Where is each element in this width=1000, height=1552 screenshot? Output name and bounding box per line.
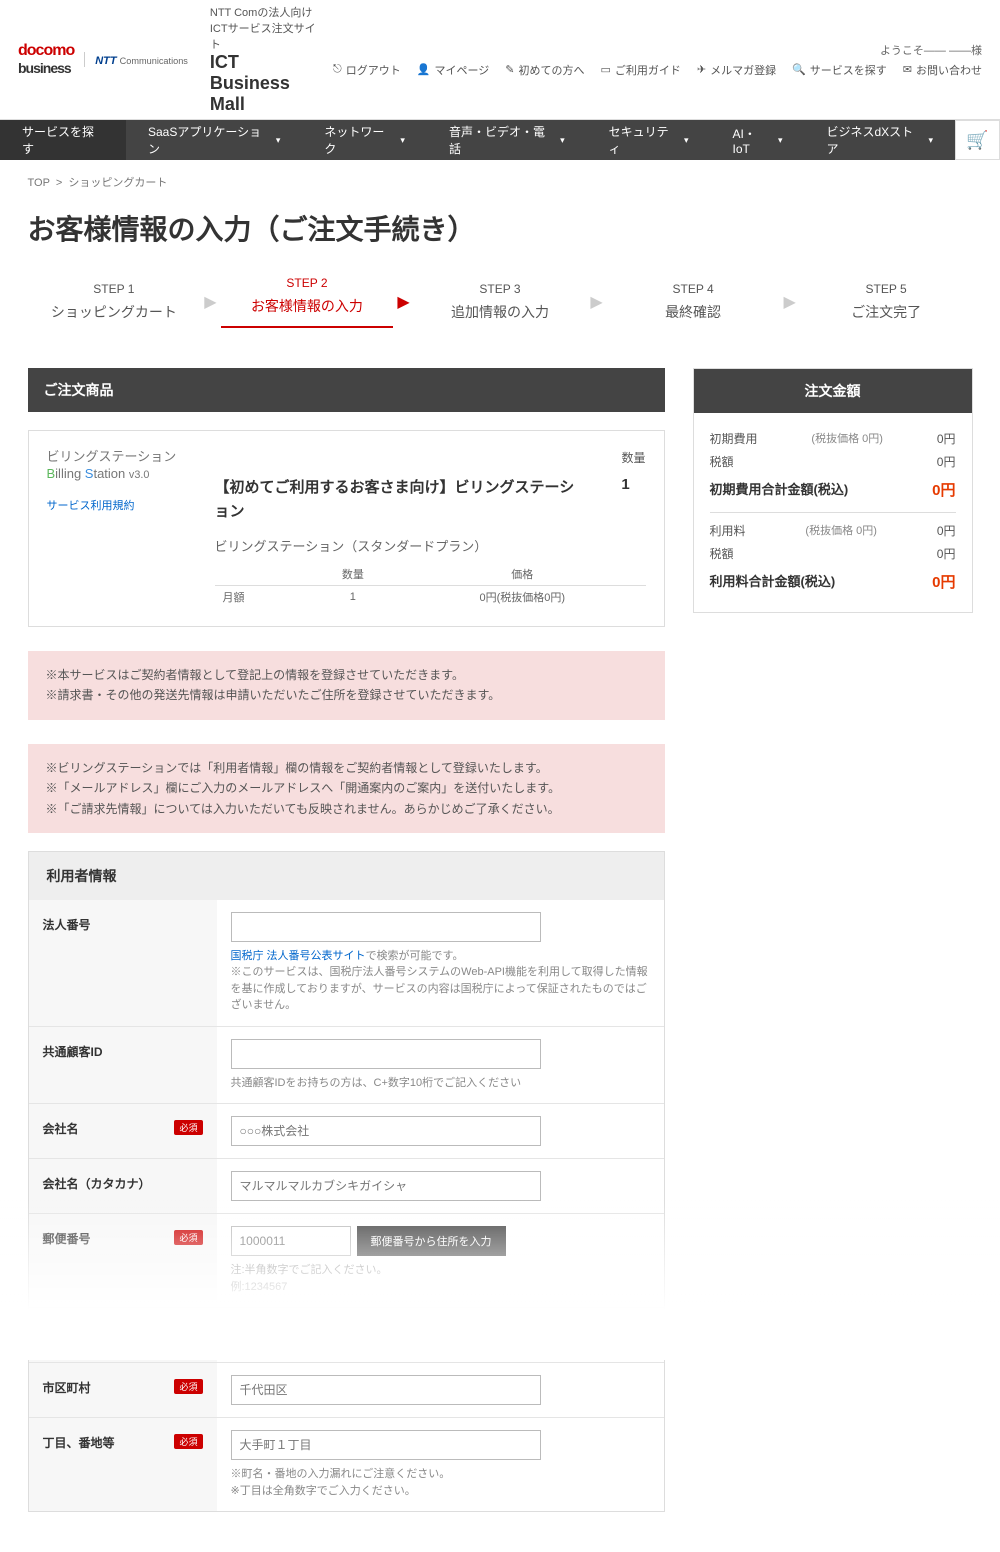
form-header: 利用者情報 [29,852,664,900]
step-arrow-icon: ▶ [204,292,216,312]
gnav-dx-store[interactable]: ビジネスdXストア▾ [804,120,955,160]
required-badge: 必須 [174,1120,202,1135]
order-bar: ご注文商品 [28,368,665,412]
sum-initial-label: 初期費用合計金額(税込) [710,479,849,500]
page-title: お客様情報の入力（ご注文手続き） [28,208,973,248]
util-logout[interactable]: ⎋ ログアウト [333,62,401,78]
label-pref: 都道府県 [43,1324,91,1341]
welcome-text: ようこそ―― ――様 [880,42,982,58]
gnav-network[interactable]: ネットワーク▾ [302,120,427,160]
logo-docomo: docomobusiness [18,42,74,77]
step-arrow-icon: ▶ [783,292,795,312]
util-contact[interactable]: ✉ お問い合わせ [903,62,982,78]
breadcrumb-current: ショッピングカート [68,177,167,189]
util-beginners[interactable]: ✎ 初めての方へ [505,62,584,78]
label-company-kana: 会社名（カタカナ） [43,1175,151,1192]
util-guide[interactable]: ▭ ご利用ガイド [600,62,680,78]
input-city[interactable] [231,1375,541,1405]
label-company: 会社名 [43,1120,79,1137]
input-common-id[interactable] [231,1039,541,1069]
cart-button[interactable]: 🛒 [955,120,1000,160]
chevron-down-icon: ▾ [276,135,281,146]
gnav-search-services[interactable]: サービスを探す [0,120,126,160]
gnav-saas[interactable]: SaaSアプリケーション▾ [126,120,302,160]
input-pref[interactable] [231,1320,541,1350]
gnav-ai-iot[interactable]: AI・IoT▾ [710,120,804,160]
label-addr: 丁目、番地等 [43,1434,115,1451]
chevron-down-icon: ▾ [778,135,783,146]
cart-icon: 🛒 [966,130,988,151]
label-city: 市区町村 [43,1379,91,1396]
breadcrumb: TOP > ショッピングカート [28,160,973,204]
service-logo: ビリングステーション Billing Station v3.0 [47,449,197,483]
chevron-down-icon: ▾ [929,135,934,146]
sum-usage-amount: 0円 [932,571,955,592]
required-badge: 必須 [174,1230,202,1245]
step-arrow-icon: ▶ [590,292,602,312]
input-corp-num[interactable] [231,912,541,942]
breadcrumb-home[interactable]: TOP [28,177,50,189]
chevron-down-icon: ▾ [560,135,565,146]
gnav-voice[interactable]: 音声・ビデオ・電話▾ [427,120,587,160]
logo-ntt: NTT Communications [95,55,188,67]
required-badge: 必須 [174,1379,202,1394]
util-mypage[interactable]: 👤 マイページ [417,62,489,78]
chevron-down-icon: ▾ [400,135,405,146]
corp-num-link[interactable]: 国税庁 法人番号公表サイト [231,950,366,962]
label-common-id: 共通顧客ID [43,1043,103,1060]
notice-1: ※本サービスはご契約者情報として登記上の情報を登録させていただきます。 ※請求書… [28,651,665,720]
steps: STEP 1ショッピングカート ▶ STEP 2お客様情報の入力 ▶ STEP … [28,276,973,328]
zip-lookup-button[interactable]: 郵便番号から住所を入力 [357,1226,506,1256]
plan-name: ビリングステーション（スタンダードプラン） [215,536,646,555]
summary-bar: 注文金額 [694,369,972,413]
terms-link[interactable]: サービス利用規約 [47,497,135,513]
step-current: STEP 2お客様情報の入力 [221,276,394,328]
chevron-down-icon: ▾ [684,135,689,146]
sum-initial-amount: 0円 [932,479,955,500]
label-zip: 郵便番号 [43,1230,91,1247]
price-table: 数量価格 月額10円(税抜価格0円) [215,563,646,608]
product-qty: 1 [606,476,646,493]
required-badge: 必須 [174,1324,202,1339]
header-title: ICT Business Mall [210,52,323,115]
util-search[interactable]: 🔍 サービスを探す [792,62,887,78]
notice-2: ※ビリングステーションでは「利用者情報」欄の情報をご契約者情報として登録いたしま… [28,744,665,833]
input-company[interactable] [231,1116,541,1146]
product-name: 【初めてご利用するお客さま向け】ビリングステーション [215,476,586,524]
header-subtitle: NTT Comの法人向けICTサービス注文サイト [210,4,323,52]
global-nav: サービスを探す SaaSアプリケーション▾ ネットワーク▾ 音声・ビデオ・電話▾… [0,120,1000,160]
gnav-security[interactable]: セキュリティ▾ [587,120,711,160]
qty-header: 数量 [621,449,645,466]
util-mailmag[interactable]: ✈ メルマガ登録 [697,62,776,78]
sum-usage-label: 利用料合計金額(税込) [710,571,836,592]
input-company-kana[interactable] [231,1171,541,1201]
label-corp-num: 法人番号 [43,916,91,933]
step-arrow-icon: ▶ [397,292,409,312]
required-badge: 必須 [174,1434,202,1449]
input-zip[interactable] [231,1226,351,1256]
input-addr[interactable] [231,1430,541,1460]
